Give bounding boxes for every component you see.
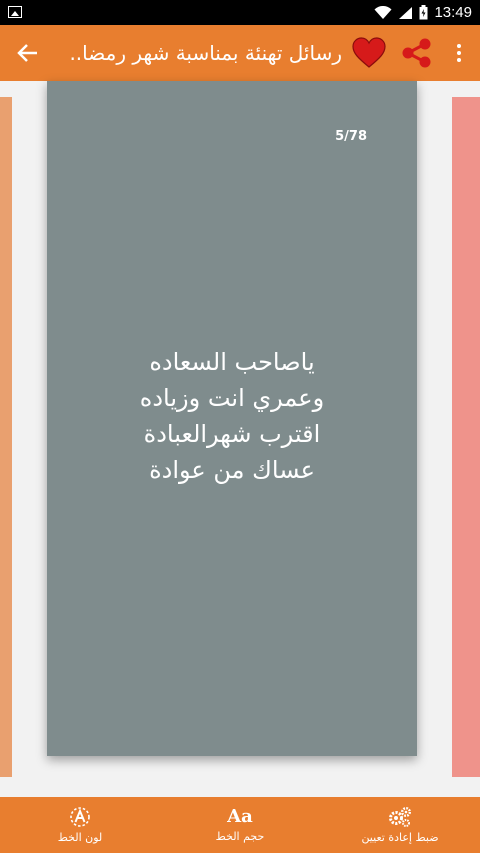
page-counter: 5/78 bbox=[335, 129, 367, 144]
font-color-button[interactable]: لون الخط bbox=[45, 797, 115, 853]
font-size-label: حجم الخط bbox=[215, 830, 265, 843]
wifi-icon bbox=[374, 5, 392, 19]
signal-icon bbox=[399, 6, 413, 19]
status-bar: 13:49 bbox=[0, 0, 480, 25]
reset-settings-label: ضبط إعادة تعيين bbox=[361, 831, 439, 844]
status-time: 13:49 bbox=[434, 4, 472, 21]
more-vert-icon[interactable] bbox=[449, 41, 469, 65]
settings-gears-icon bbox=[389, 807, 411, 827]
message-line: وعمري انت وزياده bbox=[139, 384, 325, 412]
message-line: ياصاحب السعاده bbox=[149, 348, 315, 376]
font-size-icon: Aa bbox=[227, 806, 253, 827]
battery-icon bbox=[419, 5, 428, 20]
font-color-icon bbox=[70, 807, 90, 827]
reset-settings-button[interactable]: ضبط إعادة تعيين bbox=[350, 797, 450, 853]
heart-icon[interactable] bbox=[352, 37, 386, 69]
message-line: اقترب شهرالعبادة bbox=[143, 420, 321, 448]
share-icon[interactable] bbox=[398, 37, 434, 69]
previous-card[interactable] bbox=[0, 97, 12, 777]
app-title: رسائل تهنئة بمناسبة شهر رمضا... bbox=[68, 41, 342, 65]
font-size-button[interactable]: Aa حجم الخط bbox=[200, 797, 280, 853]
bottom-bar: لون الخط Aa حجم الخط ضبط إعادة تعيين bbox=[0, 797, 480, 853]
font-color-label: لون الخط bbox=[57, 831, 103, 844]
message-text: ياصاحب السعاده وعمري انت وزياده اقترب شه… bbox=[47, 344, 417, 488]
back-arrow-icon[interactable] bbox=[14, 39, 42, 67]
message-line: عساك من عوادة bbox=[149, 456, 315, 484]
next-card[interactable] bbox=[452, 97, 480, 777]
message-card[interactable]: 5/78 ياصاحب السعاده وعمري انت وزياده اقت… bbox=[47, 81, 417, 756]
app-bar: رسائل تهنئة بمناسبة شهر رمضا... bbox=[0, 25, 480, 81]
status-icons: 13:49 bbox=[374, 0, 472, 25]
image-icon bbox=[8, 6, 22, 18]
